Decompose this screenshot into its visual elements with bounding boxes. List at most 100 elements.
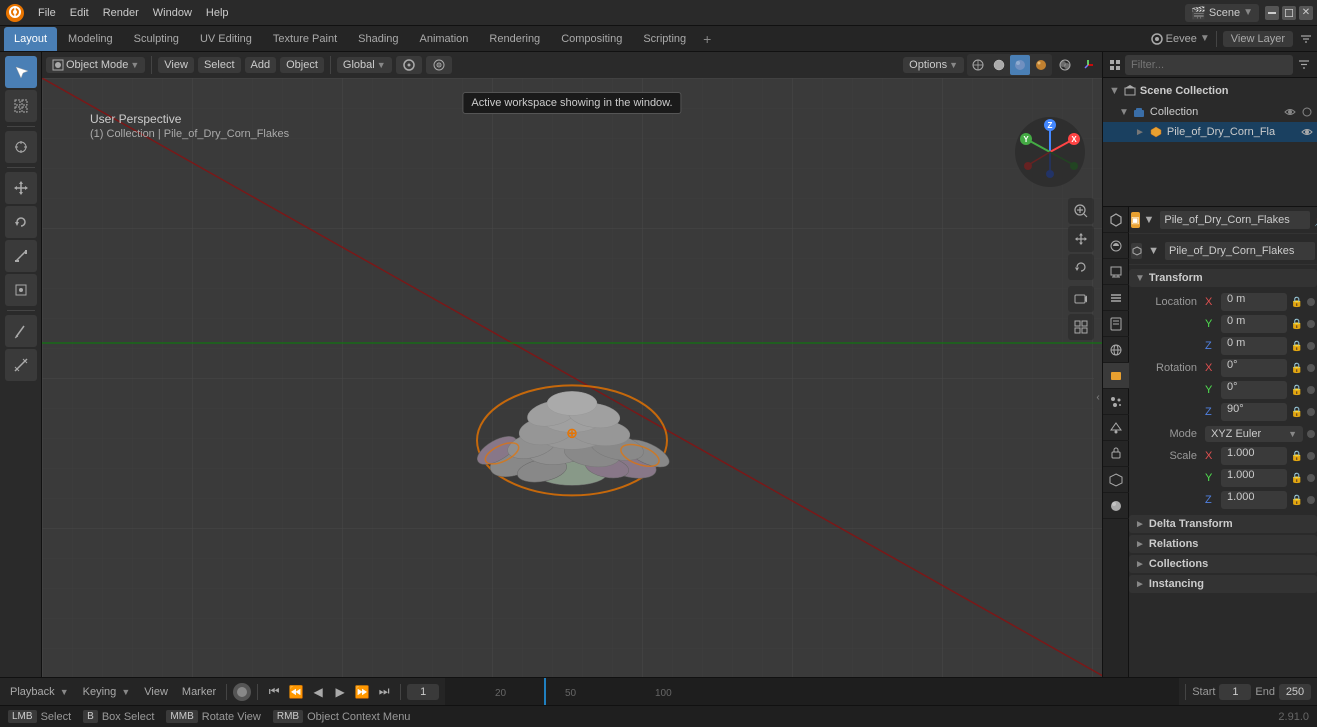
tab-modeling[interactable]: Modeling [58,27,123,51]
menu-help[interactable]: Help [200,5,235,21]
scale-x-dot[interactable] [1307,452,1315,460]
prop-tab-scene[interactable] [1103,207,1129,233]
add-workspace-btn[interactable]: + [697,29,717,49]
rotation-z-dot[interactable] [1307,408,1315,416]
location-x-input[interactable]: 0 m [1221,293,1287,311]
scale-x-input[interactable]: 1.000 [1221,447,1287,465]
step-forward-btn[interactable]: ⏩ [352,682,372,702]
scale-y-input[interactable]: 1.000 [1221,469,1287,487]
timeline-scroll[interactable]: 20 50 100 150 200 250 300 350 [445,678,1179,705]
menu-window[interactable]: Window [147,5,198,21]
start-frame[interactable]: 1 [1219,684,1251,700]
scale-y-lock[interactable]: 🔒 [1291,473,1303,484]
global-selector[interactable]: Global ▼ [337,57,392,73]
rotation-x-lock[interactable]: 🔒 [1291,363,1303,374]
solid-btn[interactable] [989,55,1009,75]
location-x-lock[interactable]: 🔒 [1291,297,1303,308]
transform-tool-btn[interactable] [5,274,37,306]
minimize-btn[interactable] [1265,6,1279,20]
wireframe-btn[interactable] [968,55,988,75]
collection-row[interactable]: ▼ Collection [1103,102,1317,122]
rotation-z-lock[interactable]: 🔒 [1291,407,1303,418]
rotation-x-dot[interactable] [1307,364,1315,372]
scene-selector[interactable]: 🎬 Scene ▼ [1185,4,1259,22]
rotation-y-lock[interactable]: 🔒 [1291,385,1303,396]
play-btn[interactable]: ▶ [330,682,350,702]
tab-compositing[interactable]: Compositing [551,27,632,51]
prop-tab-output[interactable] [1103,259,1129,285]
delta-transform-title[interactable]: ► Delta Transform [1129,515,1317,533]
scale-z-lock[interactable]: 🔒 [1291,495,1303,506]
end-frame[interactable]: 250 [1279,684,1311,700]
object-menu-btn[interactable]: Object [280,57,324,73]
menu-render[interactable]: Render [97,5,145,21]
rotation-x-input[interactable]: 0° [1221,359,1287,377]
location-x-dot[interactable] [1307,298,1315,306]
engine-selector[interactable]: Eevee ▼ [1151,33,1210,45]
move-tool-btn[interactable] [5,172,37,204]
view-layer-selector[interactable]: View Layer [1223,31,1293,47]
material-preview-btn[interactable] [1010,55,1030,75]
prop-tab-render[interactable] [1103,233,1129,259]
filter-btn[interactable] [1299,32,1313,46]
timeline-view-btn[interactable]: View [140,684,172,700]
tab-scripting[interactable]: Scripting [633,27,696,51]
view-menu-btn[interactable]: View [158,57,194,73]
object-visibility-icon[interactable] [1301,126,1313,138]
gizmo-btn[interactable] [1078,55,1098,75]
prop-tab-object[interactable] [1103,363,1129,389]
options-btn[interactable]: Options ▼ [903,57,964,73]
scale-tool-btn[interactable] [5,240,37,272]
zoom-in-btn[interactable] [1068,198,1094,224]
transform-title[interactable]: ▼ Transform [1129,269,1317,287]
tab-sculpting[interactable]: Sculpting [124,27,189,51]
measure-tool-btn[interactable] [5,349,37,381]
instancing-title[interactable]: ► Instancing [1129,575,1317,593]
tab-texture-paint[interactable]: Texture Paint [263,27,347,51]
data-name-input[interactable] [1165,242,1315,260]
close-btn[interactable]: ✕ [1299,6,1313,20]
axis-gizmo[interactable]: Z X Y [1010,112,1090,192]
tab-layout[interactable]: Layout [4,27,57,51]
select-menu-btn[interactable]: Select [198,57,241,73]
playback-btn[interactable]: Playback ▼ [6,684,73,700]
overlay-btn[interactable] [1055,55,1075,75]
outliner-filter-icon[interactable] [1297,58,1311,72]
scale-x-lock[interactable]: 🔒 [1291,451,1303,462]
collections-title[interactable]: ► Collections [1129,555,1317,573]
maximize-btn[interactable] [1282,6,1296,20]
tab-animation[interactable]: Animation [410,27,479,51]
location-z-lock[interactable]: 🔒 [1291,341,1303,352]
step-back-btn[interactable]: ⏪ [286,682,306,702]
tab-rendering[interactable]: Rendering [479,27,550,51]
rotation-mode-dropdown[interactable]: XYZ Euler ▼ [1205,426,1303,442]
object-name-input[interactable] [1160,211,1310,229]
rotation-z-input[interactable]: 90° [1221,403,1287,421]
location-y-dot[interactable] [1307,320,1315,328]
prop-tab-constraints[interactable] [1103,441,1129,467]
tab-shading[interactable]: Shading [348,27,408,51]
pan-btn[interactable] [1068,226,1094,252]
mode-dot[interactable] [1307,430,1315,438]
location-y-lock[interactable]: 🔒 [1291,319,1303,330]
prop-tab-physics[interactable] [1103,415,1129,441]
snap-btn[interactable] [396,56,422,74]
marker-btn[interactable]: Marker [178,684,220,700]
render-preview-btn[interactable] [1031,55,1051,75]
location-z-dot[interactable] [1307,342,1315,350]
prop-tab-view-layer[interactable] [1103,285,1129,311]
play-reverse-btn[interactable]: ◀ [308,682,328,702]
rotation-y-dot[interactable] [1307,386,1315,394]
prop-tab-world[interactable] [1103,337,1129,363]
visibility-icon[interactable] [1284,106,1296,118]
select-tool-btn[interactable] [5,56,37,88]
proportional-btn[interactable] [426,56,452,74]
prop-tab-material[interactable] [1103,493,1129,519]
rotate-tool-btn[interactable] [5,206,37,238]
menu-edit[interactable]: Edit [64,5,95,21]
add-menu-btn[interactable]: Add [245,57,277,73]
prop-tab-particles[interactable] [1103,389,1129,415]
hide-icon[interactable] [1301,106,1313,118]
panel-collapse-btn[interactable]: ‹ [1094,378,1102,418]
prop-tab-scene2[interactable] [1103,311,1129,337]
